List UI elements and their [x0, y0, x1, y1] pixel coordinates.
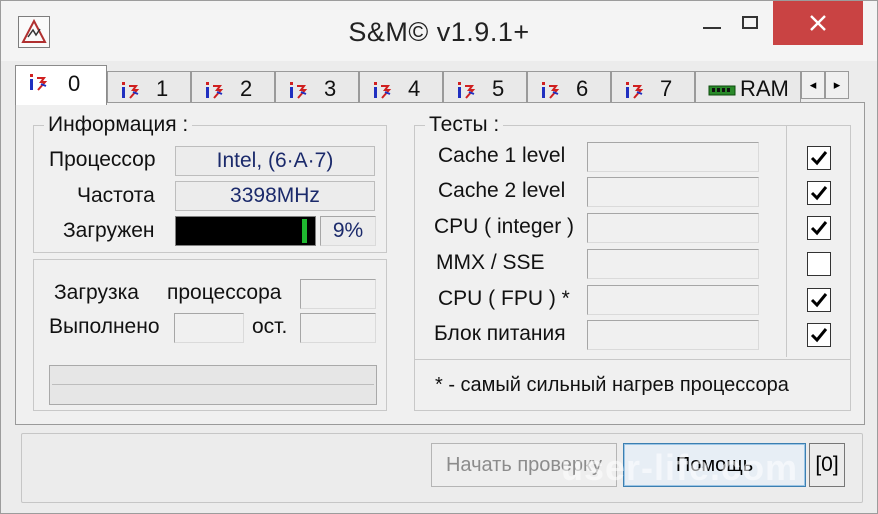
cpu-load-bar	[175, 216, 316, 246]
test-cache1-checkbox[interactable]	[807, 146, 831, 170]
cpu-temp-icon	[206, 82, 224, 99]
checkmark-icon	[810, 151, 828, 166]
test-mmx-sse-label: MMX / SSE	[436, 251, 545, 274]
test-power-supply-result	[587, 320, 759, 350]
test-cache2-label: Cache 2 level	[438, 179, 566, 202]
tab-cpu-5[interactable]: 5	[443, 71, 527, 103]
frequency-value: 3398MHz	[175, 181, 375, 211]
cpu-temp-icon	[122, 82, 140, 99]
tab-cpu-2[interactable]: 2	[191, 71, 275, 103]
tab-label: RAM	[740, 76, 789, 101]
test-cache2-checkbox[interactable]	[807, 181, 831, 205]
tab-cpu-1[interactable]: 1	[107, 71, 191, 103]
test-cpu-fpu-label: CPU ( FPU ) *	[438, 287, 570, 310]
close-button[interactable]	[773, 1, 863, 45]
load-percent: 9%	[320, 216, 376, 246]
tab-cpu-3[interactable]: 3	[275, 71, 359, 103]
tab-page: Информация : Процессор Intel, (6·A·7) Ча…	[15, 102, 865, 425]
test-progress-bar	[49, 365, 377, 405]
test-mmx-sse-checkbox[interactable]	[807, 252, 831, 276]
tab-label: 0	[68, 71, 81, 96]
tab-label: 6	[576, 76, 589, 101]
cpu-temp-icon	[458, 82, 476, 99]
tab-label: 5	[492, 76, 505, 101]
tests-legend: Тесты :	[429, 113, 500, 136]
cpu-label: Процессор	[49, 148, 156, 171]
test-cpu-fpu-result	[587, 285, 759, 315]
done-label: Выполнено	[49, 315, 160, 338]
memory-module-icon	[708, 85, 736, 96]
test-cpu-integer-result	[587, 213, 759, 243]
tab-scroll-right-button[interactable]: ▸	[825, 71, 849, 99]
test-cache2-result	[587, 177, 759, 207]
remaining-field	[300, 313, 376, 343]
counter-button[interactable]: [0]	[809, 443, 845, 487]
test-power-supply-checkbox[interactable]	[807, 323, 831, 347]
test-cpu-integer-checkbox[interactable]	[807, 216, 831, 240]
tab-label: 1	[156, 76, 169, 101]
cpu-temp-icon	[626, 82, 644, 99]
maximize-button[interactable]	[736, 1, 772, 45]
cpu-temp-icon	[30, 74, 48, 91]
tab-scroll-left-button[interactable]: ◂	[801, 71, 825, 99]
tab-cpu-6[interactable]: 6	[527, 71, 611, 103]
help-button[interactable]: Помощь	[623, 443, 806, 487]
processor-load-label-2: процессора	[167, 281, 282, 304]
tab-label: 7	[660, 76, 673, 101]
checkmark-icon	[810, 328, 828, 343]
checkmark-icon	[810, 186, 828, 201]
load-label: Загружен	[63, 219, 155, 242]
tab-label: 4	[408, 76, 421, 101]
test-cpu-fpu-checkbox[interactable]	[807, 288, 831, 312]
cpu-temp-icon	[290, 82, 308, 99]
tab-scroll: ◂ ▸	[801, 71, 851, 99]
test-cache1-result	[587, 142, 759, 172]
info-legend: Информация :	[48, 113, 189, 136]
app-window: S&M© v1.9.1+ 0 1 2 3 4 5 6 7 RAM ◂ ▸ Инф…	[0, 0, 878, 514]
tab-label: 3	[324, 76, 337, 101]
tests-footnote: * - самый сильный нагрев процессора	[435, 374, 789, 396]
minimize-button[interactable]	[691, 1, 735, 45]
checkmark-icon	[810, 293, 828, 308]
remaining-label: ост.	[252, 315, 288, 338]
test-cache1-label: Cache 1 level	[438, 144, 566, 167]
processor-load-field	[300, 279, 376, 309]
test-mmx-sse-result	[587, 249, 759, 279]
cpu-temp-icon	[542, 82, 560, 99]
cpu-value: Intel, (6·A·7)	[175, 146, 375, 176]
title-bar[interactable]: S&M© v1.9.1+	[1, 1, 877, 61]
tests-divider	[786, 125, 787, 357]
start-test-button[interactable]: Начать проверку	[431, 443, 617, 487]
processor-load-label: Загрузка	[54, 281, 139, 304]
tab-strip: 0 1 2 3 4 5 6 7 RAM ◂ ▸	[15, 65, 865, 105]
cpu-temp-icon	[374, 82, 392, 99]
tab-ram[interactable]: RAM	[695, 71, 801, 103]
tab-cpu-7[interactable]: 7	[611, 71, 695, 103]
done-field	[174, 313, 244, 343]
tab-cpu-4[interactable]: 4	[359, 71, 443, 103]
frequency-label: Частота	[77, 184, 155, 207]
test-cpu-integer-label: CPU ( integer )	[434, 215, 575, 238]
cpu-load-fill	[302, 219, 308, 243]
test-power-supply-label: Блок питания	[434, 322, 566, 345]
tests-footer-divider	[415, 359, 850, 360]
close-icon	[810, 15, 826, 31]
tab-cpu-0[interactable]: 0	[15, 65, 107, 105]
tab-label: 2	[240, 76, 253, 101]
checkmark-icon	[810, 221, 828, 236]
